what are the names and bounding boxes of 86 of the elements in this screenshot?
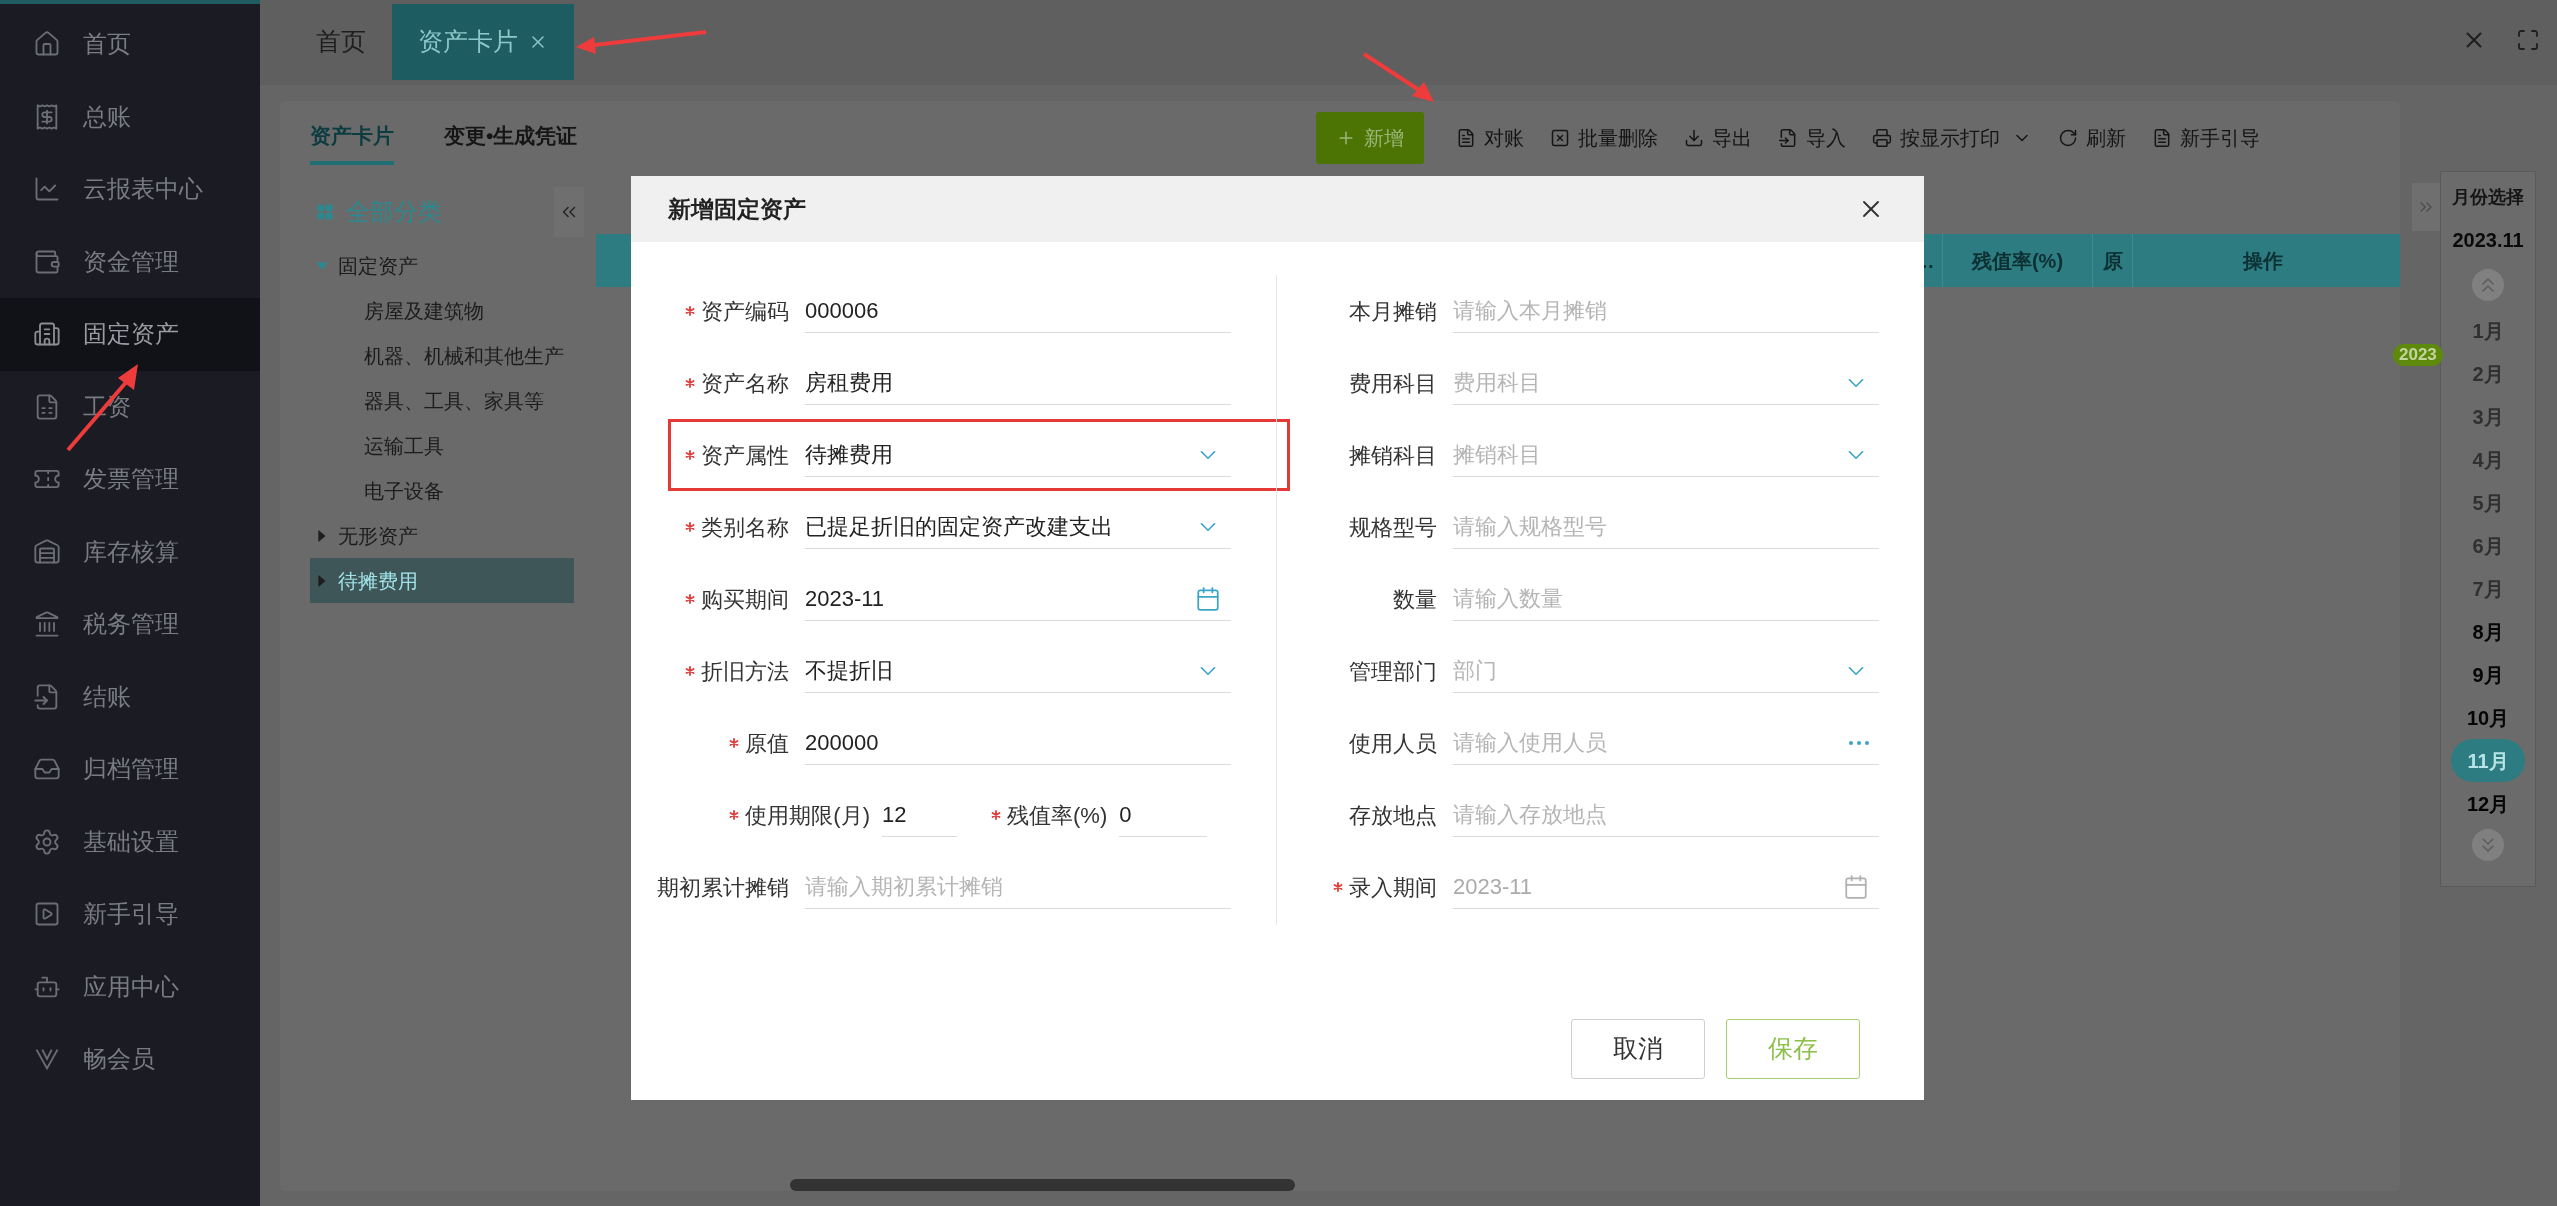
field-label: 资产编码 xyxy=(701,297,789,326)
toolbar-button[interactable]: 批量删除 xyxy=(1550,112,1658,164)
input-field[interactable]: 请输入规格型号 xyxy=(1453,505,1879,549)
input-field[interactable]: 200000 xyxy=(805,721,1231,765)
input-field[interactable]: 请输入期初累计摊销 xyxy=(805,865,1231,909)
tree-item[interactable]: 固定资产 xyxy=(310,243,574,288)
cancel-button[interactable]: 取消 xyxy=(1571,1019,1705,1079)
sidebar-item[interactable]: 总账 xyxy=(0,80,260,153)
toolbar-button[interactable]: 对账 xyxy=(1456,112,1524,164)
picker-field[interactable]: 请输入使用人员 xyxy=(1453,721,1879,765)
column-header: 残值率(%) xyxy=(1942,234,2092,287)
field-label: 使用期限(月) xyxy=(745,801,870,830)
sidebar-item[interactable]: 新手引导 xyxy=(0,878,260,951)
toolbar-button[interactable]: 新增 xyxy=(1316,112,1424,164)
tree-item[interactable]: 器具、工具、家具等 xyxy=(310,378,574,423)
field-label: 数量 xyxy=(1393,585,1437,614)
field-label: 资产名称 xyxy=(701,369,789,398)
dialog-title: 新增固定资产 xyxy=(668,194,806,224)
input-field[interactable]: 房租费用 xyxy=(805,361,1231,405)
sub-tab[interactable]: 资产卡片 xyxy=(310,111,394,165)
picker-title: 月份选择 xyxy=(2452,186,2524,209)
column-header: 原 xyxy=(2092,234,2132,287)
tree-item[interactable]: 电子设备 xyxy=(310,468,574,513)
save-button[interactable]: 保存 xyxy=(1726,1019,1860,1079)
page-tab[interactable]: 资产卡片 xyxy=(392,4,574,80)
sidebar-item[interactable]: 应用中心 xyxy=(0,950,260,1023)
field-label: 摊销科目 xyxy=(1349,441,1437,470)
dropdown-field[interactable]: 不提折旧 xyxy=(805,649,1231,693)
date-field[interactable]: 2023-11 xyxy=(805,577,1231,621)
sidebar-item[interactable]: 资金管理 xyxy=(0,225,260,298)
toolbar-button[interactable]: 按显示打印 xyxy=(1872,112,2032,164)
input-field[interactable]: 000006 xyxy=(805,289,1231,333)
input-field[interactable]: 0 xyxy=(1119,793,1208,837)
field-label: 费用科目 xyxy=(1349,369,1437,398)
sidebar-item[interactable]: 畅会员 xyxy=(0,1023,260,1096)
input-field[interactable]: 请输入数量 xyxy=(1453,577,1879,621)
input-field[interactable]: 请输入存放地点 xyxy=(1453,793,1879,837)
sidebar-item[interactable]: 结账 xyxy=(0,660,260,733)
sidebar-item[interactable]: 归档管理 xyxy=(0,733,260,806)
sidebar-item[interactable]: 税务管理 xyxy=(0,588,260,661)
field-label: 资产属性 xyxy=(701,441,789,470)
field-label: 管理部门 xyxy=(1349,657,1437,686)
column-header: 操作 xyxy=(2132,234,2392,287)
field-label: 使用人员 xyxy=(1349,729,1437,758)
month-item[interactable]: 9月 xyxy=(2458,653,2518,696)
dropdown-field[interactable]: 待摊费用 xyxy=(805,433,1231,477)
field-label: 残值率(%) xyxy=(1007,801,1108,830)
tree-item[interactable]: 无形资产 xyxy=(310,513,574,558)
dropdown-field[interactable]: 摊销科目 xyxy=(1453,433,1879,477)
sidebar-item[interactable]: 发票管理 xyxy=(0,443,260,516)
tree-item[interactable]: 机器、机械和其他生产 xyxy=(310,333,574,378)
year-badge: 2023 xyxy=(2393,344,2443,366)
toolbar-button[interactable]: 导入 xyxy=(1778,112,1846,164)
field-label: 本月摊销 xyxy=(1349,297,1437,326)
sidebar-item[interactable]: 基础设置 xyxy=(0,805,260,878)
input-field[interactable]: 请输入本月摊销 xyxy=(1453,289,1879,333)
input-field[interactable]: 12 xyxy=(882,793,957,837)
dropdown-field[interactable]: 已提足折旧的固定资产改建支出 xyxy=(805,505,1231,549)
sidebar-item[interactable]: 云报表中心 xyxy=(0,153,260,226)
field-label: 存放地点 xyxy=(1349,801,1437,830)
field-label: 折旧方法 xyxy=(701,657,789,686)
toolbar-button[interactable]: 刷新 xyxy=(2058,112,2126,164)
field-label: 期初累计摊销 xyxy=(657,873,789,902)
sidebar-item[interactable]: 首页 xyxy=(0,8,260,81)
tree-title: 全部分类 xyxy=(346,197,442,227)
sidebar-item[interactable]: 固定资产 xyxy=(0,298,260,371)
toolbar-button[interactable]: 新手引导 xyxy=(2152,112,2260,164)
page-tab[interactable]: 首页 xyxy=(290,4,392,80)
picker-value: 2023.11 xyxy=(2451,228,2525,253)
field-label: 类别名称 xyxy=(701,513,789,542)
field-label: 录入期间 xyxy=(1349,873,1437,902)
dropdown-field[interactable]: 部门 xyxy=(1453,649,1879,693)
dropdown-field[interactable]: 费用科目 xyxy=(1453,361,1879,405)
field-label: 购买期间 xyxy=(701,585,789,614)
field-label: 规格型号 xyxy=(1349,513,1437,542)
month-item[interactable]: 11月 xyxy=(2451,739,2525,782)
field-label: 原值 xyxy=(745,729,789,758)
tree-item[interactable]: 房屋及建筑物 xyxy=(310,288,574,333)
sub-tab[interactable]: 变更•生成凭证 xyxy=(444,111,578,165)
month-item[interactable]: 8月 xyxy=(2458,610,2518,653)
tree-item[interactable]: 运输工具 xyxy=(310,423,574,468)
tree-item[interactable]: 待摊费用 xyxy=(310,558,574,603)
toolbar-button[interactable]: 导出 xyxy=(1684,112,1752,164)
month-item[interactable]: 10月 xyxy=(2458,696,2518,739)
sidebar-item[interactable]: 库存核算 xyxy=(0,515,260,588)
month-item[interactable]: 12月 xyxy=(2458,782,2518,825)
